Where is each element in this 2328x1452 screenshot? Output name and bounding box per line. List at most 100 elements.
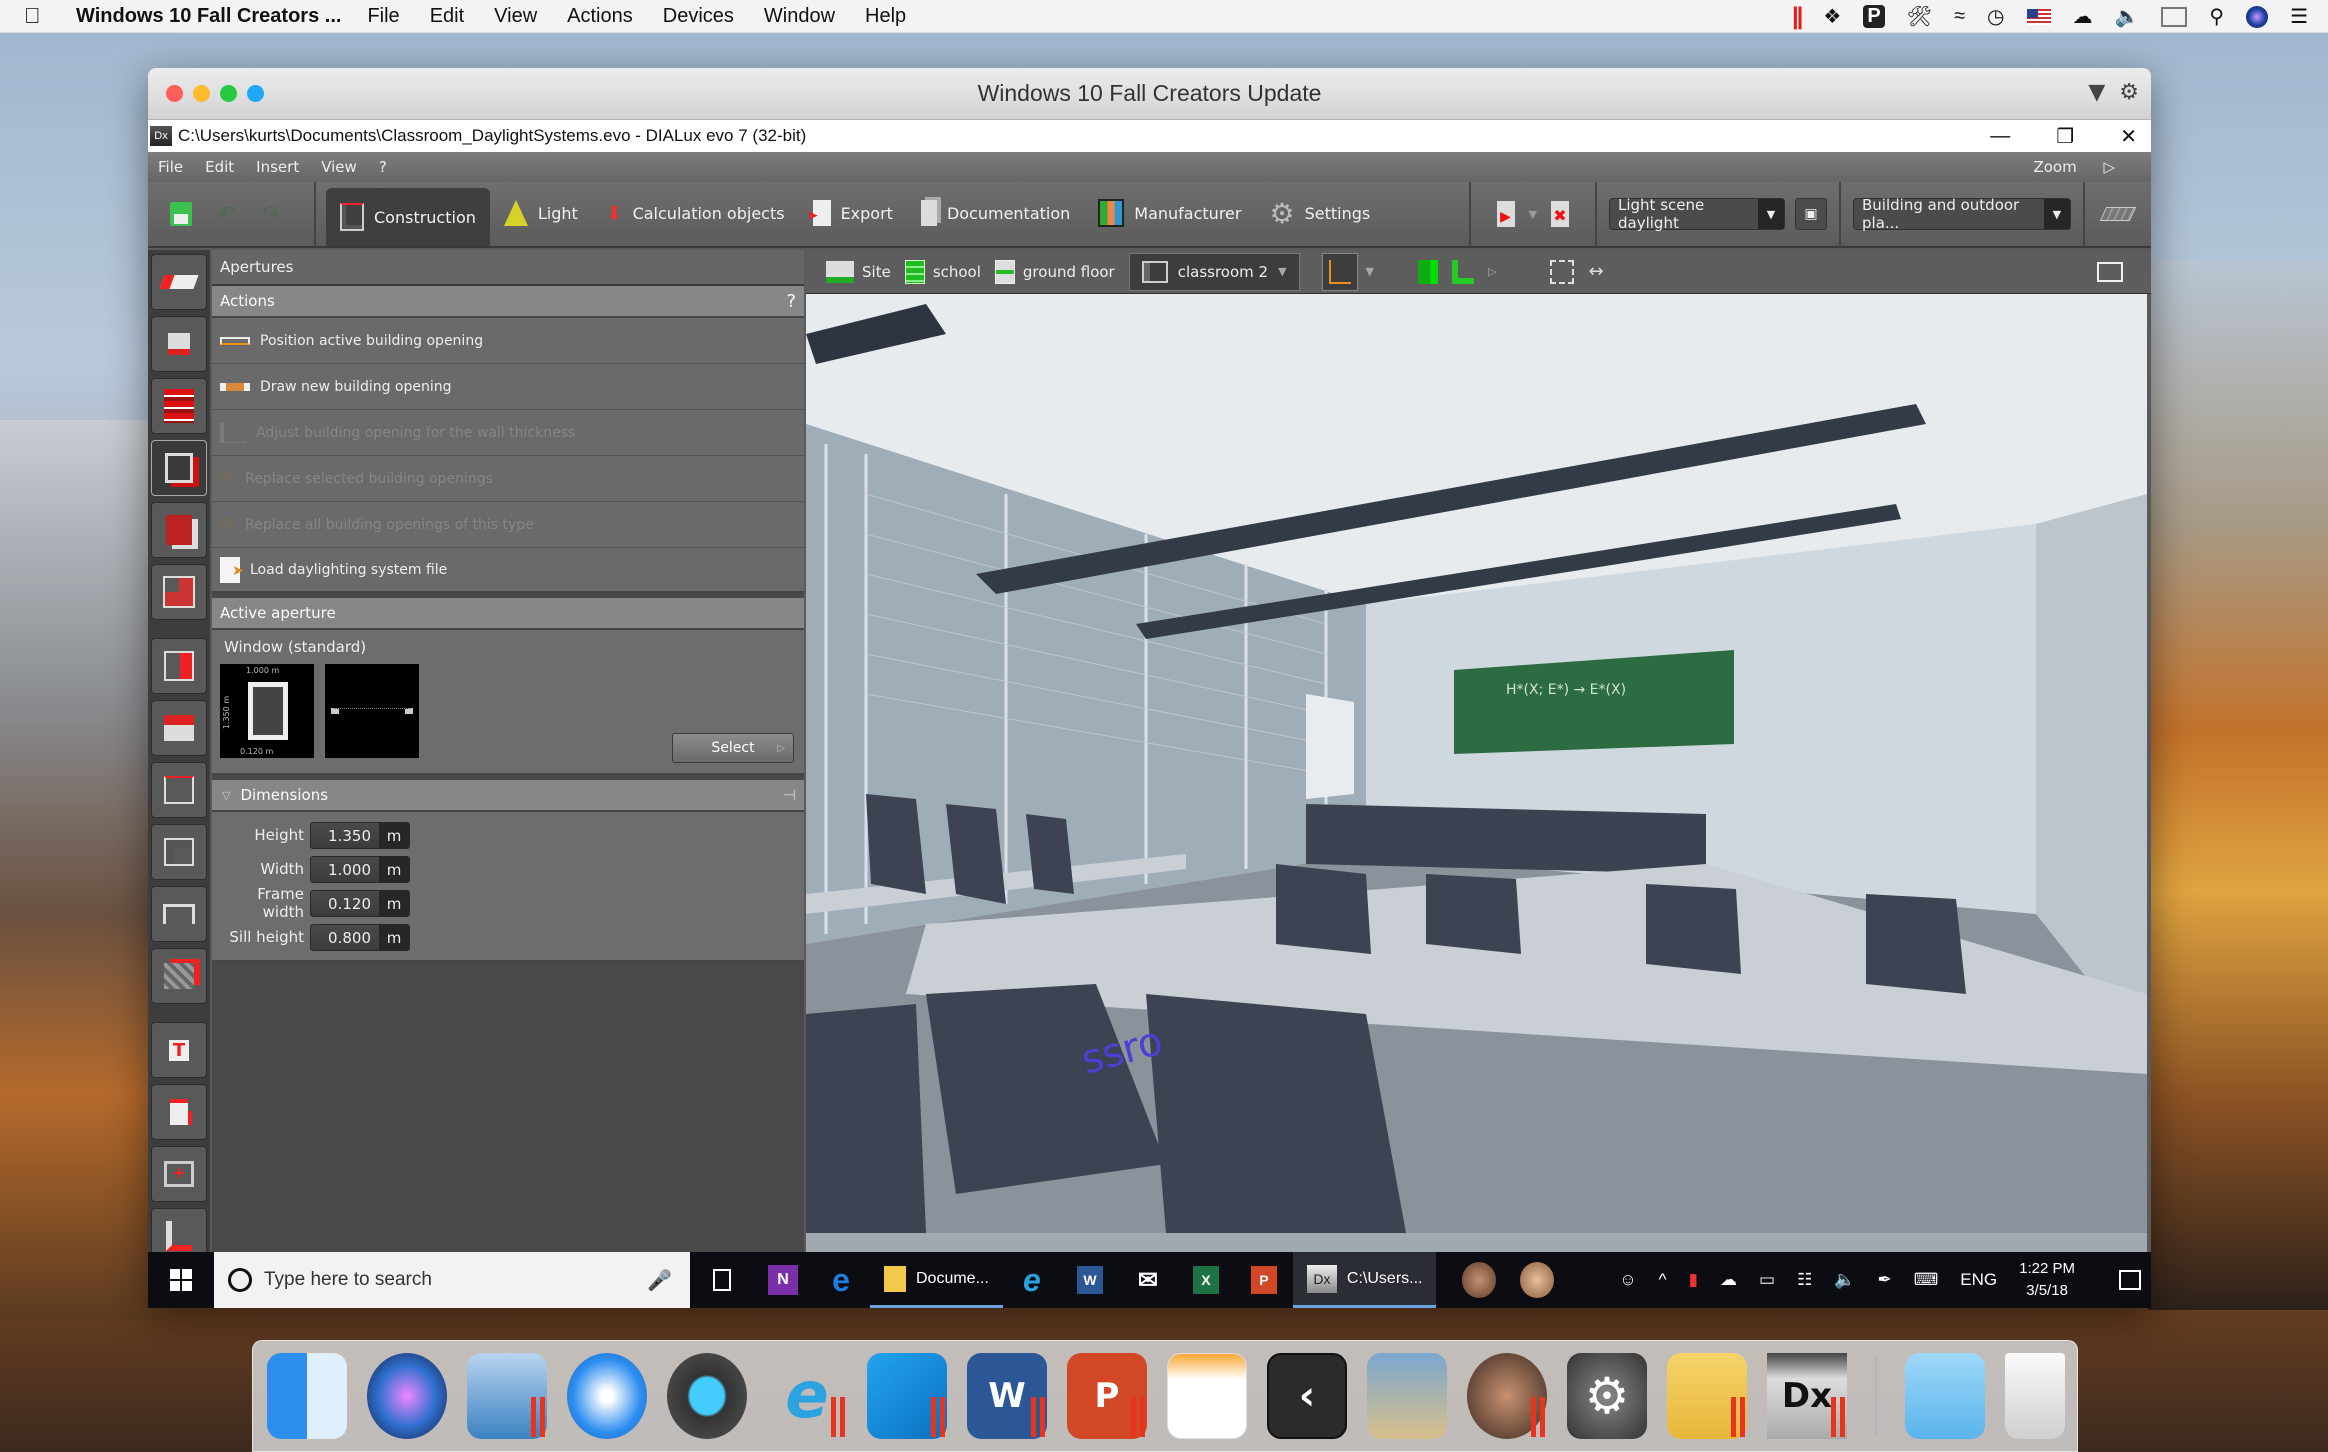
mac-menu-actions[interactable]: Actions: [567, 5, 633, 28]
dock-safari-icon[interactable]: [567, 1353, 647, 1439]
cloud-home-icon[interactable]: ☁: [2073, 4, 2093, 29]
display-icon[interactable]: [2161, 6, 2188, 27]
tab-export[interactable]: ➤ Export: [799, 180, 907, 246]
dock-quicktime-icon[interactable]: [667, 1353, 747, 1439]
action-center-icon[interactable]: [2119, 1270, 2141, 1290]
calculation-dropdown-icon[interactable]: ▼: [1529, 208, 1537, 221]
nav-site[interactable]: Site: [826, 260, 891, 283]
show-hidden-icons-chevron[interactable]: ^: [1659, 1270, 1667, 1290]
mac-menu-file[interactable]: File: [367, 5, 399, 28]
tool-wall-icon[interactable]: [151, 502, 207, 558]
dock-system-preferences-icon[interactable]: ⚙: [1567, 1353, 1647, 1439]
mac-menu-edit[interactable]: Edit: [430, 5, 464, 28]
tab-manufacturer[interactable]: Manufacturer: [1084, 180, 1255, 246]
mail-icon[interactable]: ✉: [1119, 1252, 1177, 1308]
internet-explorer-icon[interactable]: e: [1003, 1252, 1061, 1308]
taskbar-search-box[interactable]: Type here to search 🎤: [214, 1252, 690, 1308]
battery-icon[interactable]: ▭: [1759, 1270, 1775, 1290]
room-dropdown[interactable]: classroom 2 ▼: [1128, 252, 1300, 291]
tab-calculation-objects[interactable]: ⬇ Calculation objects: [592, 180, 799, 246]
word-icon[interactable]: W: [1061, 1252, 1119, 1308]
spotlight-search-icon[interactable]: ⚲: [2209, 4, 2224, 29]
dock-parallels-control-center-icon[interactable]: ‹: [1267, 1353, 1347, 1439]
nav-floor[interactable]: ground floor: [994, 259, 1115, 284]
tool-room-icon[interactable]: [151, 564, 207, 620]
tool-roof-icon[interactable]: [151, 700, 207, 756]
chevron-down-icon[interactable]: ▼: [1366, 265, 1374, 278]
volume-icon[interactable]: 🔈: [2115, 4, 2140, 29]
restore-icon[interactable]: ❐: [2056, 124, 2074, 149]
dock-windows-folder-icon[interactable]: [1905, 1353, 1985, 1439]
parallels-tools-icon[interactable]: ▮: [1689, 1270, 1698, 1290]
dock-parallels-windows-icon[interactable]: [467, 1353, 547, 1439]
l-shape-room-icon[interactable]: [1452, 259, 1475, 284]
p-app-icon[interactable]: P: [1863, 5, 1885, 28]
dropbox-icon[interactable]: ❖: [1823, 4, 1841, 29]
start-button[interactable]: [148, 1269, 214, 1291]
notification-center-icon[interactable]: ☰: [2290, 4, 2308, 29]
toolbox-icon[interactable]: 🛠: [1907, 4, 1932, 29]
time-machine-icon[interactable]: ◷: [1987, 4, 2004, 29]
mac-menu-help[interactable]: Help: [865, 5, 906, 28]
width-value[interactable]: 1.000: [311, 857, 379, 882]
dock-dialux-icon[interactable]: Dx: [1767, 1353, 1847, 1439]
task-view-icon[interactable]: [690, 1252, 754, 1308]
fit-view-icon[interactable]: [1550, 259, 1575, 284]
us-flag-icon[interactable]: [2026, 8, 2051, 25]
start-calculation-icon[interactable]: ▶: [1496, 201, 1515, 227]
vm-dropdown-icon[interactable]: ▼: [2088, 80, 2105, 105]
menu-insert[interactable]: Insert: [256, 158, 299, 176]
taskbar-documents[interactable]: Docume...: [870, 1252, 1003, 1308]
width-input[interactable]: 1.000 m: [310, 855, 410, 883]
dock-powerpoint-icon[interactable]: P: [1067, 1353, 1147, 1439]
height-input[interactable]: 1.350 m: [310, 821, 410, 849]
siri-icon[interactable]: [2246, 5, 2269, 28]
measure-icon[interactable]: ↔: [1588, 261, 1603, 282]
excel-icon[interactable]: X: [1177, 1252, 1235, 1308]
nav-building[interactable]: school: [904, 259, 981, 284]
tool-column-icon[interactable]: [151, 638, 207, 694]
tool-text-annotation-icon[interactable]: T: [151, 1022, 207, 1078]
tool-insert-element-icon[interactable]: [151, 1084, 207, 1140]
dimensions-section-header[interactable]: ▽ Dimensions ⊣: [212, 780, 804, 812]
menu-view[interactable]: View: [321, 158, 357, 176]
contact-avatar-2[interactable]: [1508, 1252, 1566, 1308]
view-mode-dropdown[interactable]: Building and outdoor pla... ▼: [1853, 196, 2071, 232]
green-cube-icon[interactable]: [1418, 259, 1439, 284]
dock-word-icon[interactable]: W: [967, 1353, 1047, 1439]
mac-menu-devices[interactable]: Devices: [663, 5, 734, 28]
select-aperture-button[interactable]: Select ▷: [672, 733, 794, 763]
edge-icon[interactable]: e: [812, 1252, 870, 1308]
menu-help[interactable]: ?: [379, 158, 387, 176]
tab-documentation[interactable]: Documentation: [907, 180, 1084, 246]
tool-apertures-icon[interactable]: [151, 440, 207, 496]
3d-viewport[interactable]: H*(X; E*) → E*(X) ssro: [806, 294, 2147, 1272]
tool-storeys-icon[interactable]: [151, 378, 207, 434]
light-scene-dropdown[interactable]: Light scene daylight ▼: [1609, 196, 1785, 232]
taskbar-dialux[interactable]: Dx C:\Users...: [1292, 1252, 1437, 1308]
dock-finder-icon[interactable]: [267, 1353, 347, 1439]
help-icon[interactable]: ?: [786, 291, 796, 312]
dock-preview-icon[interactable]: [1367, 1353, 1447, 1439]
minimize-icon[interactable]: —: [1990, 125, 2010, 148]
dock-internet-explorer-icon[interactable]: e: [767, 1353, 847, 1439]
tool-material-icon[interactable]: [151, 948, 207, 1004]
frame-width-value[interactable]: 0.120: [311, 891, 379, 916]
volume-icon[interactable]: 🔈: [1834, 1270, 1855, 1290]
chevron-right-icon[interactable]: ▷: [1488, 265, 1496, 278]
people-icon[interactable]: ☺: [1619, 1270, 1636, 1290]
mac-app-name[interactable]: Windows 10 Fall Creators ...: [76, 5, 341, 28]
mac-menu-view[interactable]: View: [494, 5, 537, 28]
contact-avatar-1[interactable]: [1450, 1252, 1508, 1308]
redo-icon[interactable]: ↷: [262, 202, 280, 227]
wifi-icon[interactable]: ≈: [1954, 5, 1965, 28]
tab-light[interactable]: Light: [490, 180, 592, 246]
close-icon[interactable]: ✕: [2120, 124, 2137, 149]
display-light-scene-icon[interactable]: ▣: [1795, 198, 1827, 230]
height-value[interactable]: 1.350: [311, 823, 379, 848]
gear-icon[interactable]: ⚙: [2119, 80, 2139, 105]
frame-width-input[interactable]: 0.120 m: [310, 889, 410, 917]
dock-file-explorer-icon[interactable]: [1667, 1353, 1747, 1439]
tool-add-area-icon[interactable]: +: [151, 1146, 207, 1202]
tab-construction[interactable]: Construction: [326, 188, 490, 246]
